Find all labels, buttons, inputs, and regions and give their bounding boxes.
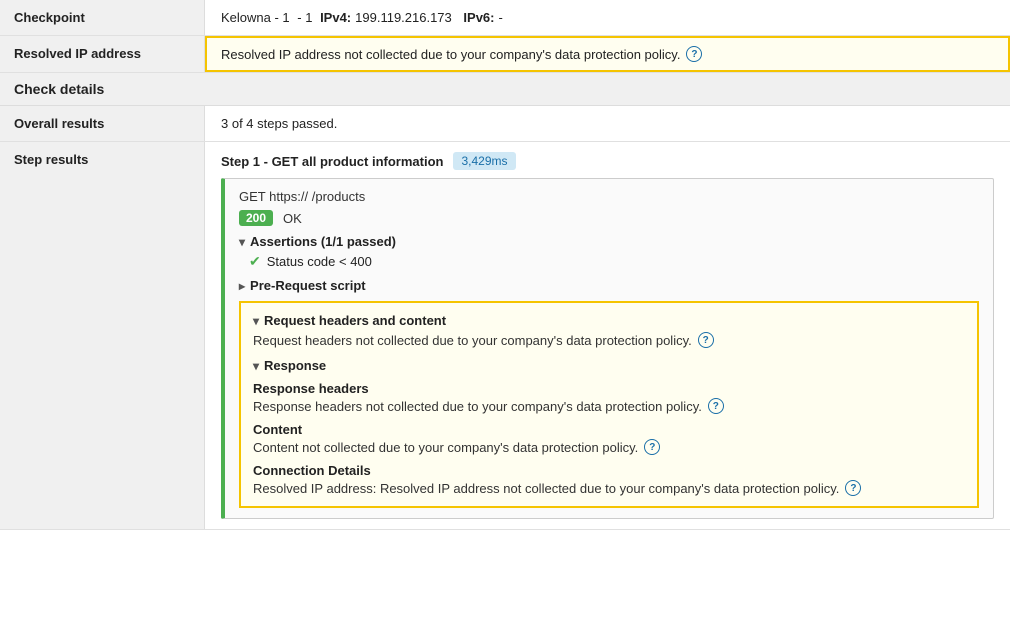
check-details-header: Check details — [0, 73, 1010, 106]
connection-details-value: Resolved IP address: Resolved IP address… — [253, 480, 965, 496]
status-code: 200 — [239, 210, 273, 226]
response-headers-policy-text: Response headers not collected due to yo… — [253, 399, 702, 414]
response-headers-help-icon[interactable]: ? — [708, 398, 724, 414]
ipv4-value: 199.119.216.173 — [355, 10, 452, 25]
connection-details-help-icon[interactable]: ? — [845, 480, 861, 496]
response-subheader: Response — [253, 358, 965, 373]
step-results-value: Step 1 - GET all product information 3,4… — [205, 142, 1010, 529]
connection-details-section: Connection Details Resolved IP address: … — [253, 463, 965, 496]
step-results-label: Step results — [0, 142, 205, 529]
request-headers-subheader: Request headers and content — [253, 313, 965, 328]
step-content-box: GET https:// /products 200 OK Assertions… — [221, 178, 994, 519]
status-text: OK — [283, 211, 302, 226]
content-label: Content — [253, 422, 965, 437]
resolved-ip-value: Resolved IP address not collected due to… — [205, 36, 1010, 72]
response-headers-policy: Response headers not collected due to yo… — [253, 398, 965, 414]
main-container: Checkpoint Kelowna - 1 - 1 IPv4: 199.119… — [0, 0, 1010, 641]
pre-request-header-text: Pre-Request script — [250, 278, 366, 293]
response-section: Response Response headers Response heade… — [253, 358, 965, 496]
checkpoint-value: Kelowna - 1 - 1 IPv4: 199.119.216.173 IP… — [205, 0, 1010, 35]
ipv6-value: - — [498, 10, 502, 25]
step-title: Step 1 - GET all product information — [221, 154, 443, 169]
response-arrow-icon — [253, 358, 259, 373]
step-badge: 3,429ms — [453, 152, 515, 170]
assertion-check-icon: ✔ — [249, 253, 261, 270]
connection-details-text: Resolved IP address: Resolved IP address… — [253, 481, 839, 496]
request-headers-arrow-icon — [253, 313, 259, 328]
response-header-text: Response — [264, 358, 326, 373]
assertions-header[interactable]: Assertions (1/1 passed) — [239, 234, 979, 249]
status-line: 200 OK — [239, 210, 979, 226]
assertions-section: Assertions (1/1 passed) ✔ Status code < … — [239, 234, 979, 270]
overall-results-row: Overall results 3 of 4 steps passed. — [0, 106, 1010, 142]
ipv6-label: IPv6: — [463, 10, 494, 25]
checkpoint-row: Checkpoint Kelowna - 1 - 1 IPv4: 199.119… — [0, 0, 1010, 36]
assertion-item: ✔ Status code < 400 — [239, 253, 979, 270]
request-headers-policy: Request headers not collected due to you… — [253, 332, 965, 348]
request-headers-section: Request headers and content Request head… — [239, 301, 979, 508]
ipv4-label: IPv4: — [320, 10, 351, 25]
request-headers-policy-text: Request headers not collected due to you… — [253, 333, 692, 348]
resolved-ip-row: Resolved IP address Resolved IP address … — [0, 36, 1010, 73]
pre-request-section: Pre-Request script — [239, 278, 979, 293]
request-headers-help-icon[interactable]: ? — [698, 332, 714, 348]
pre-request-header[interactable]: Pre-Request script — [239, 278, 979, 293]
content-policy: Content not collected due to your compan… — [253, 439, 965, 455]
resolved-ip-label: Resolved IP address — [0, 36, 205, 72]
get-url-text: GET https:// /products — [239, 189, 365, 204]
content-policy-text: Content not collected due to your compan… — [253, 440, 638, 455]
checkpoint-label: Checkpoint — [0, 0, 205, 35]
overall-results-value: 3 of 4 steps passed. — [205, 106, 1010, 141]
checkpoint-location: Kelowna - 1 — [221, 10, 290, 25]
connection-details-label: Connection Details — [253, 463, 965, 478]
assertion-text: Status code < 400 — [267, 254, 372, 269]
pre-request-arrow-icon — [239, 278, 245, 293]
overall-results-label: Overall results — [0, 106, 205, 141]
step-header: Step 1 - GET all product information 3,4… — [221, 152, 994, 170]
resolved-ip-help-icon[interactable]: ? — [686, 46, 702, 62]
get-url: GET https:// /products — [239, 189, 979, 204]
response-headers-label: Response headers — [253, 381, 965, 396]
resolved-ip-text: Resolved IP address not collected due to… — [221, 47, 680, 62]
assertions-arrow-icon — [239, 234, 245, 249]
content-help-icon[interactable]: ? — [644, 439, 660, 455]
assertions-header-text: Assertions (1/1 passed) — [250, 234, 396, 249]
request-headers-header-text: Request headers and content — [264, 313, 446, 328]
step-results-row: Step results Step 1 - GET all product in… — [0, 142, 1010, 530]
